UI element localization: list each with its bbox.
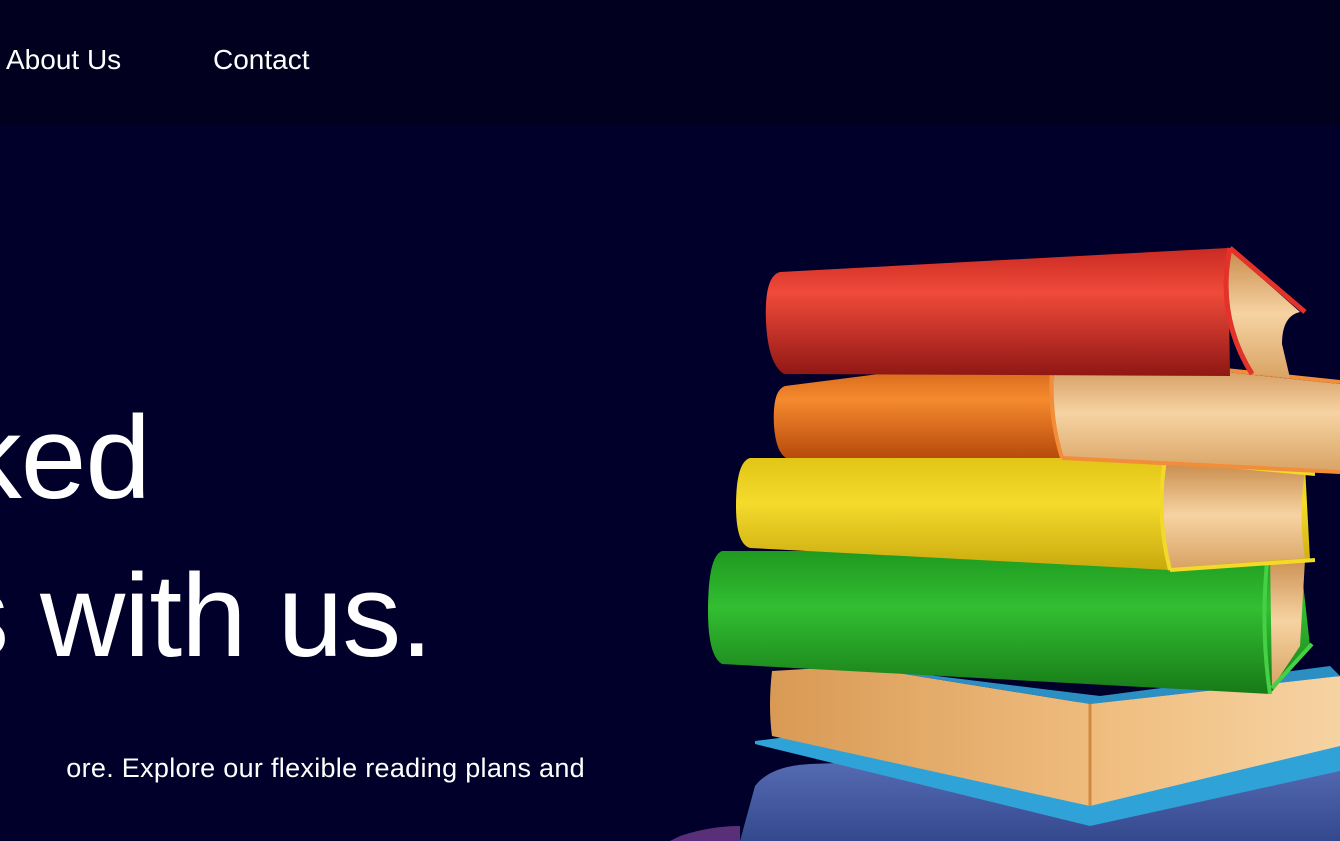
hero-headline-line-1: ked <box>0 392 151 524</box>
hero-section: ked s with us. ore. Explore our flexible… <box>0 126 1340 841</box>
top-navigation-bar: About Us Contact <box>0 0 1340 126</box>
stacked-books-illustration <box>670 246 1340 841</box>
hero-subtext: ore. Explore our flexible reading plans … <box>66 753 585 783</box>
nav-link-contact[interactable]: Contact <box>213 42 310 78</box>
hero-headline-line-2: s with us. <box>0 550 433 682</box>
nav-link-about-us[interactable]: About Us <box>6 42 121 78</box>
